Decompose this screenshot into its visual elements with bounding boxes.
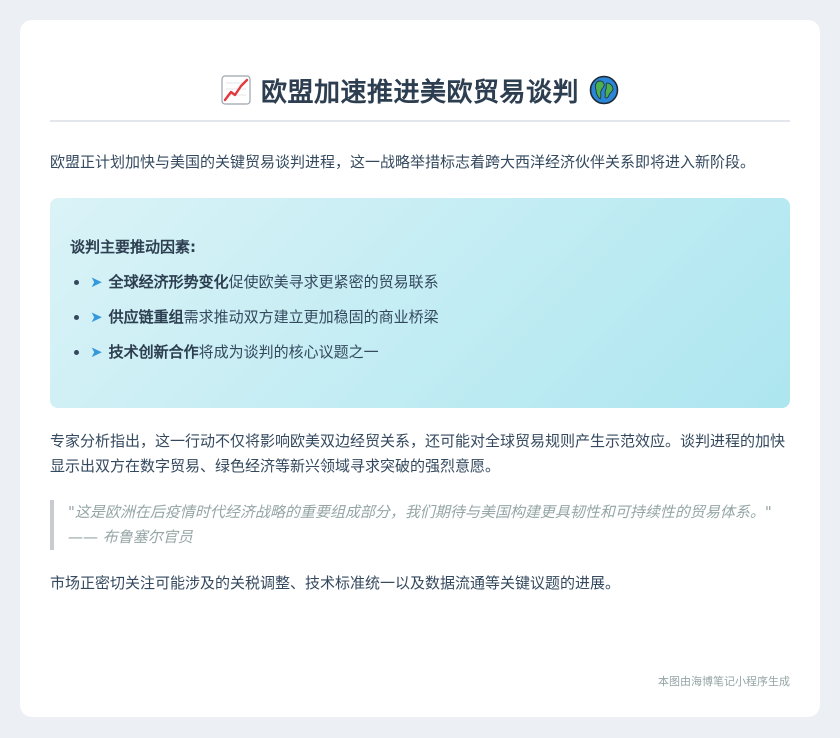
arrow-right-icon: ➤ bbox=[90, 273, 103, 291]
list-item: ➤ 供应链重组需求推动双方建立更加稳固的商业桥梁 bbox=[90, 307, 770, 327]
blockquote: "这是欧洲在后疫情时代经济战略的重要组成部分，我们期待与美国构建更具韧性和可持续… bbox=[50, 500, 790, 550]
drivers-list: ➤ 全球经济形势变化促使欧美寻求更紧密的贸易联系 ➤ 供应链重组需求推动双方建立更加… bbox=[70, 272, 770, 362]
globe-icon bbox=[589, 75, 619, 105]
title-row: 欧盟加速推进美欧贸易谈判 bbox=[50, 71, 790, 109]
footer-credit: 本图由海博笔记小程序生成 bbox=[658, 675, 790, 688]
closing-paragraph: 市场正密切关注可能涉及的关税调整、技术标准统一以及数据流通等关键议题的进展。 bbox=[50, 574, 621, 592]
intro-paragraph: 欧盟正计划加快与美国的关键贸易谈判进程，这一战略举措标志着跨大西洋经济伙伴关系即… bbox=[50, 153, 756, 171]
analysis-paragraph: 专家分析指出，这一行动不仅将影响欧美双边经贸关系，还可能对全球贸易规则产生示范效… bbox=[50, 432, 786, 475]
driver-description: 需求推动双方建立更加稳固的商业桥梁 bbox=[183, 308, 439, 326]
driver-keyword: 供应链重组 bbox=[108, 308, 184, 326]
list-item: ➤ 技术创新合作将成为谈判的核心议题之一 bbox=[90, 342, 770, 362]
driver-keyword: 全球经济形势变化 bbox=[108, 273, 229, 291]
quote-attribution: —— 布鲁塞尔官员 bbox=[68, 528, 193, 546]
driver-keyword: 技术创新合作 bbox=[108, 343, 199, 361]
arrow-right-icon: ➤ bbox=[90, 308, 103, 326]
chart-increasing-icon bbox=[221, 75, 251, 105]
list-item: ➤ 全球经济形势变化促使欧美寻求更紧密的贸易联系 bbox=[90, 272, 770, 292]
arrow-right-icon: ➤ bbox=[90, 343, 103, 361]
drivers-title: 谈判主要推动因素: bbox=[70, 238, 196, 256]
driver-description: 促使欧美寻求更紧密的贸易联系 bbox=[228, 273, 439, 291]
quote-text: "这是欧洲在后疫情时代经济战略的重要组成部分，我们期待与美国构建更具韧性和可持续… bbox=[68, 503, 772, 521]
drivers-box: 谈判主要推动因素: ➤ 全球经济形势变化促使欧美寻求更紧密的贸易联系 ➤ 供应链重组… bbox=[50, 198, 790, 408]
driver-description: 将成为谈判的核心议题之一 bbox=[198, 343, 379, 361]
title-divider bbox=[50, 120, 790, 122]
article-card: 欧盟加速推进美欧贸易谈判 欧盟正计划加快与美国的关键贸易谈判进程，这一战略举措标… bbox=[20, 20, 820, 717]
page-title: 欧盟加速推进美欧贸易谈判 bbox=[260, 77, 579, 108]
